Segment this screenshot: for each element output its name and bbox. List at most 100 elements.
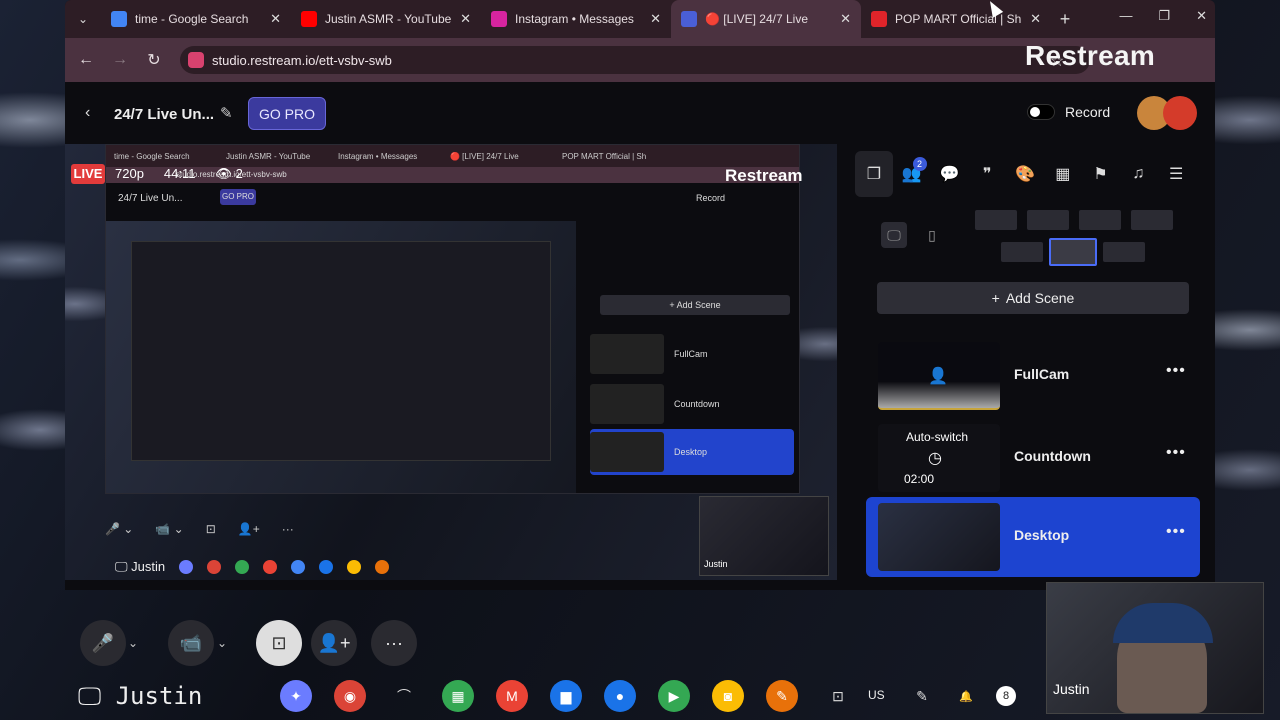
close-tab-icon[interactable]: ✕ [270, 11, 281, 27]
tray-badge[interactable]: 8 [996, 686, 1016, 706]
invite-guest-button[interactable]: 👤+ [311, 620, 357, 666]
close-window-icon[interactable]: ✕ [1196, 8, 1207, 24]
avatar [1163, 96, 1197, 130]
close-tab-icon[interactable]: ✕ [650, 11, 661, 27]
reload-icon[interactable]: ↻ [137, 50, 171, 70]
layout-option[interactable] [1027, 210, 1069, 230]
scene-more-icon[interactable]: ••• [1166, 444, 1186, 462]
chrome-icon[interactable]: ◉ [334, 680, 366, 712]
close-tab-icon[interactable]: ✕ [840, 11, 851, 27]
guest-count-badge: 2 [912, 157, 927, 171]
preview-nested-canvas [106, 221, 576, 493]
tab-restream-live[interactable]: 🔴 [LIVE] 24/7 Live ✕ [671, 0, 861, 38]
edit-pencil-icon[interactable]: ✎ [220, 104, 233, 122]
url-bar[interactable]: studio.restream.io/ett-vsbv-swb [180, 46, 1090, 74]
palette-icon[interactable]: 🎨 [1006, 151, 1044, 197]
preview-tabs: time - Google Search Justin ASMR - YouTu… [106, 145, 799, 167]
preview-webcam: Justin [699, 496, 829, 576]
layout-option[interactable] [1131, 210, 1173, 230]
taskbar-user: 🖵 Justin [78, 682, 203, 710]
preview-controls: 🎤 ⌄ 📹 ⌄ ⊡ 👤+ ··· [105, 522, 294, 536]
browser-window: ⌄ time - Google Search ✕ Justin ASMR - Y… [65, 0, 1215, 590]
sheets-icon[interactable]: ▦ [442, 680, 474, 712]
mobile-layout-icon[interactable]: ▯ [919, 222, 945, 248]
banner-icon[interactable]: ⚑ [1082, 151, 1120, 197]
messages-icon[interactable]: ● [604, 680, 636, 712]
canvas-icon[interactable]: ✎ [766, 680, 798, 712]
popmart-favicon-icon [871, 11, 887, 27]
share-screen-button[interactable]: ⊡ [256, 620, 302, 666]
qr-icon[interactable]: ▦ [1044, 151, 1082, 197]
screenshot-icon[interactable]: ⊡ [822, 680, 854, 712]
mic-button[interactable]: 🎤 [80, 620, 126, 666]
preview-restream-logo: Restream [725, 166, 803, 185]
record-toggle[interactable]: Record [1027, 104, 1110, 120]
play-store-icon[interactable]: ▶ [658, 680, 690, 712]
camera-dropdown-icon[interactable]: ⌄ [217, 636, 227, 650]
tab-google-search[interactable]: time - Google Search ✕ [101, 0, 291, 38]
classroom-icon[interactable]: ◙ [712, 680, 744, 712]
google-favicon-icon [111, 11, 127, 27]
tab-popmart[interactable]: POP MART Official | Sh ✕ [861, 0, 1051, 38]
layout-selector: 🖵 ▯ [881, 210, 1185, 270]
webcam-overlay: Justin [1046, 582, 1264, 714]
camera-button[interactable]: 📹 [168, 620, 214, 666]
layout-option[interactable] [1079, 210, 1121, 230]
window-controls: — ❐ ✕ [1119, 8, 1207, 24]
go-pro-button[interactable]: GO PRO [248, 97, 326, 130]
maximize-icon[interactable]: ❐ [1158, 8, 1170, 24]
forward-arrow-icon[interactable]: → [103, 51, 137, 69]
stream-title[interactable]: 24/7 Live Un... [114, 106, 214, 123]
notification-icon[interactable]: 🔔 [950, 680, 982, 712]
locale-indicator[interactable]: US [868, 688, 885, 702]
new-tab-button[interactable]: + [1051, 9, 1079, 30]
site-info-icon[interactable] [188, 52, 204, 68]
guests-icon[interactable]: 👥 2 [893, 151, 931, 197]
close-tab-icon[interactable]: ✕ [1030, 11, 1041, 27]
layout-option-selected[interactable] [1049, 238, 1097, 266]
scene-thumbnail: Auto-switch ◷ 02:00 [878, 424, 1000, 492]
launcher-icon[interactable]: ✦ [280, 680, 312, 712]
files-icon[interactable]: ▆ [550, 680, 582, 712]
scene-more-icon[interactable]: ••• [1166, 523, 1186, 541]
music-icon[interactable]: ♫ [1119, 151, 1157, 197]
stream-stats: 720p 44:11 👁 2 [115, 166, 243, 182]
stream-preview: time - Google Search Justin ASMR - YouTu… [65, 144, 837, 580]
tab-youtube[interactable]: Justin ASMR - YouTube ✕ [291, 0, 481, 38]
scene-more-icon[interactable]: ••• [1166, 362, 1186, 380]
tab-instagram[interactable]: Instagram • Messages ✕ [481, 0, 671, 38]
layout-option[interactable] [1103, 242, 1145, 262]
chat-icon[interactable]: 💬 [931, 151, 969, 197]
back-arrow-icon[interactable]: ← [69, 51, 103, 69]
scene-countdown[interactable]: Auto-switch ◷ 02:00 Countdown ••• [866, 418, 1200, 498]
mic-dropdown-icon[interactable]: ⌄ [128, 636, 138, 650]
notes-icon[interactable]: ☰ [1157, 151, 1195, 197]
more-options-button[interactable]: ··· [371, 620, 417, 666]
minimize-icon[interactable]: — [1119, 8, 1132, 24]
youtube-favicon-icon [301, 11, 317, 27]
tab-bar: ⌄ time - Google Search ✕ Justin ASMR - Y… [65, 0, 1215, 38]
gmail-icon[interactable]: M [496, 680, 528, 712]
live-badge: LIVE [71, 164, 105, 184]
add-scene-button[interactable]: + Add Scene [877, 282, 1189, 314]
scene-desktop[interactable]: Desktop ••• [866, 497, 1200, 577]
scene-fullcam[interactable]: 👤 FullCam ••• [866, 336, 1200, 416]
scene-thumbnail: 👤 [878, 342, 1000, 410]
tab-search-dropdown[interactable]: ⌄ [65, 0, 101, 38]
guest-avatars[interactable] [1137, 96, 1201, 130]
scenes-icon[interactable]: ❐ [855, 151, 893, 197]
cast-icon[interactable]: ⌒ [388, 680, 420, 712]
layout-option[interactable] [1001, 242, 1043, 262]
close-tab-icon[interactable]: ✕ [460, 11, 471, 27]
desktop-layout-icon[interactable]: 🖵 [881, 222, 907, 248]
record-switch[interactable] [1027, 104, 1055, 120]
restream-favicon-icon [681, 11, 697, 27]
scene-thumbnail [878, 503, 1000, 571]
stylus-icon[interactable]: ✎ [906, 680, 938, 712]
clock-icon: ◷ [928, 450, 942, 467]
back-chevron-icon[interactable]: ‹ [85, 104, 90, 122]
resolution-label: 720p [115, 166, 144, 181]
plus-icon: + [991, 290, 1000, 306]
quote-icon[interactable]: ❞ [968, 151, 1006, 197]
layout-option[interactable] [975, 210, 1017, 230]
